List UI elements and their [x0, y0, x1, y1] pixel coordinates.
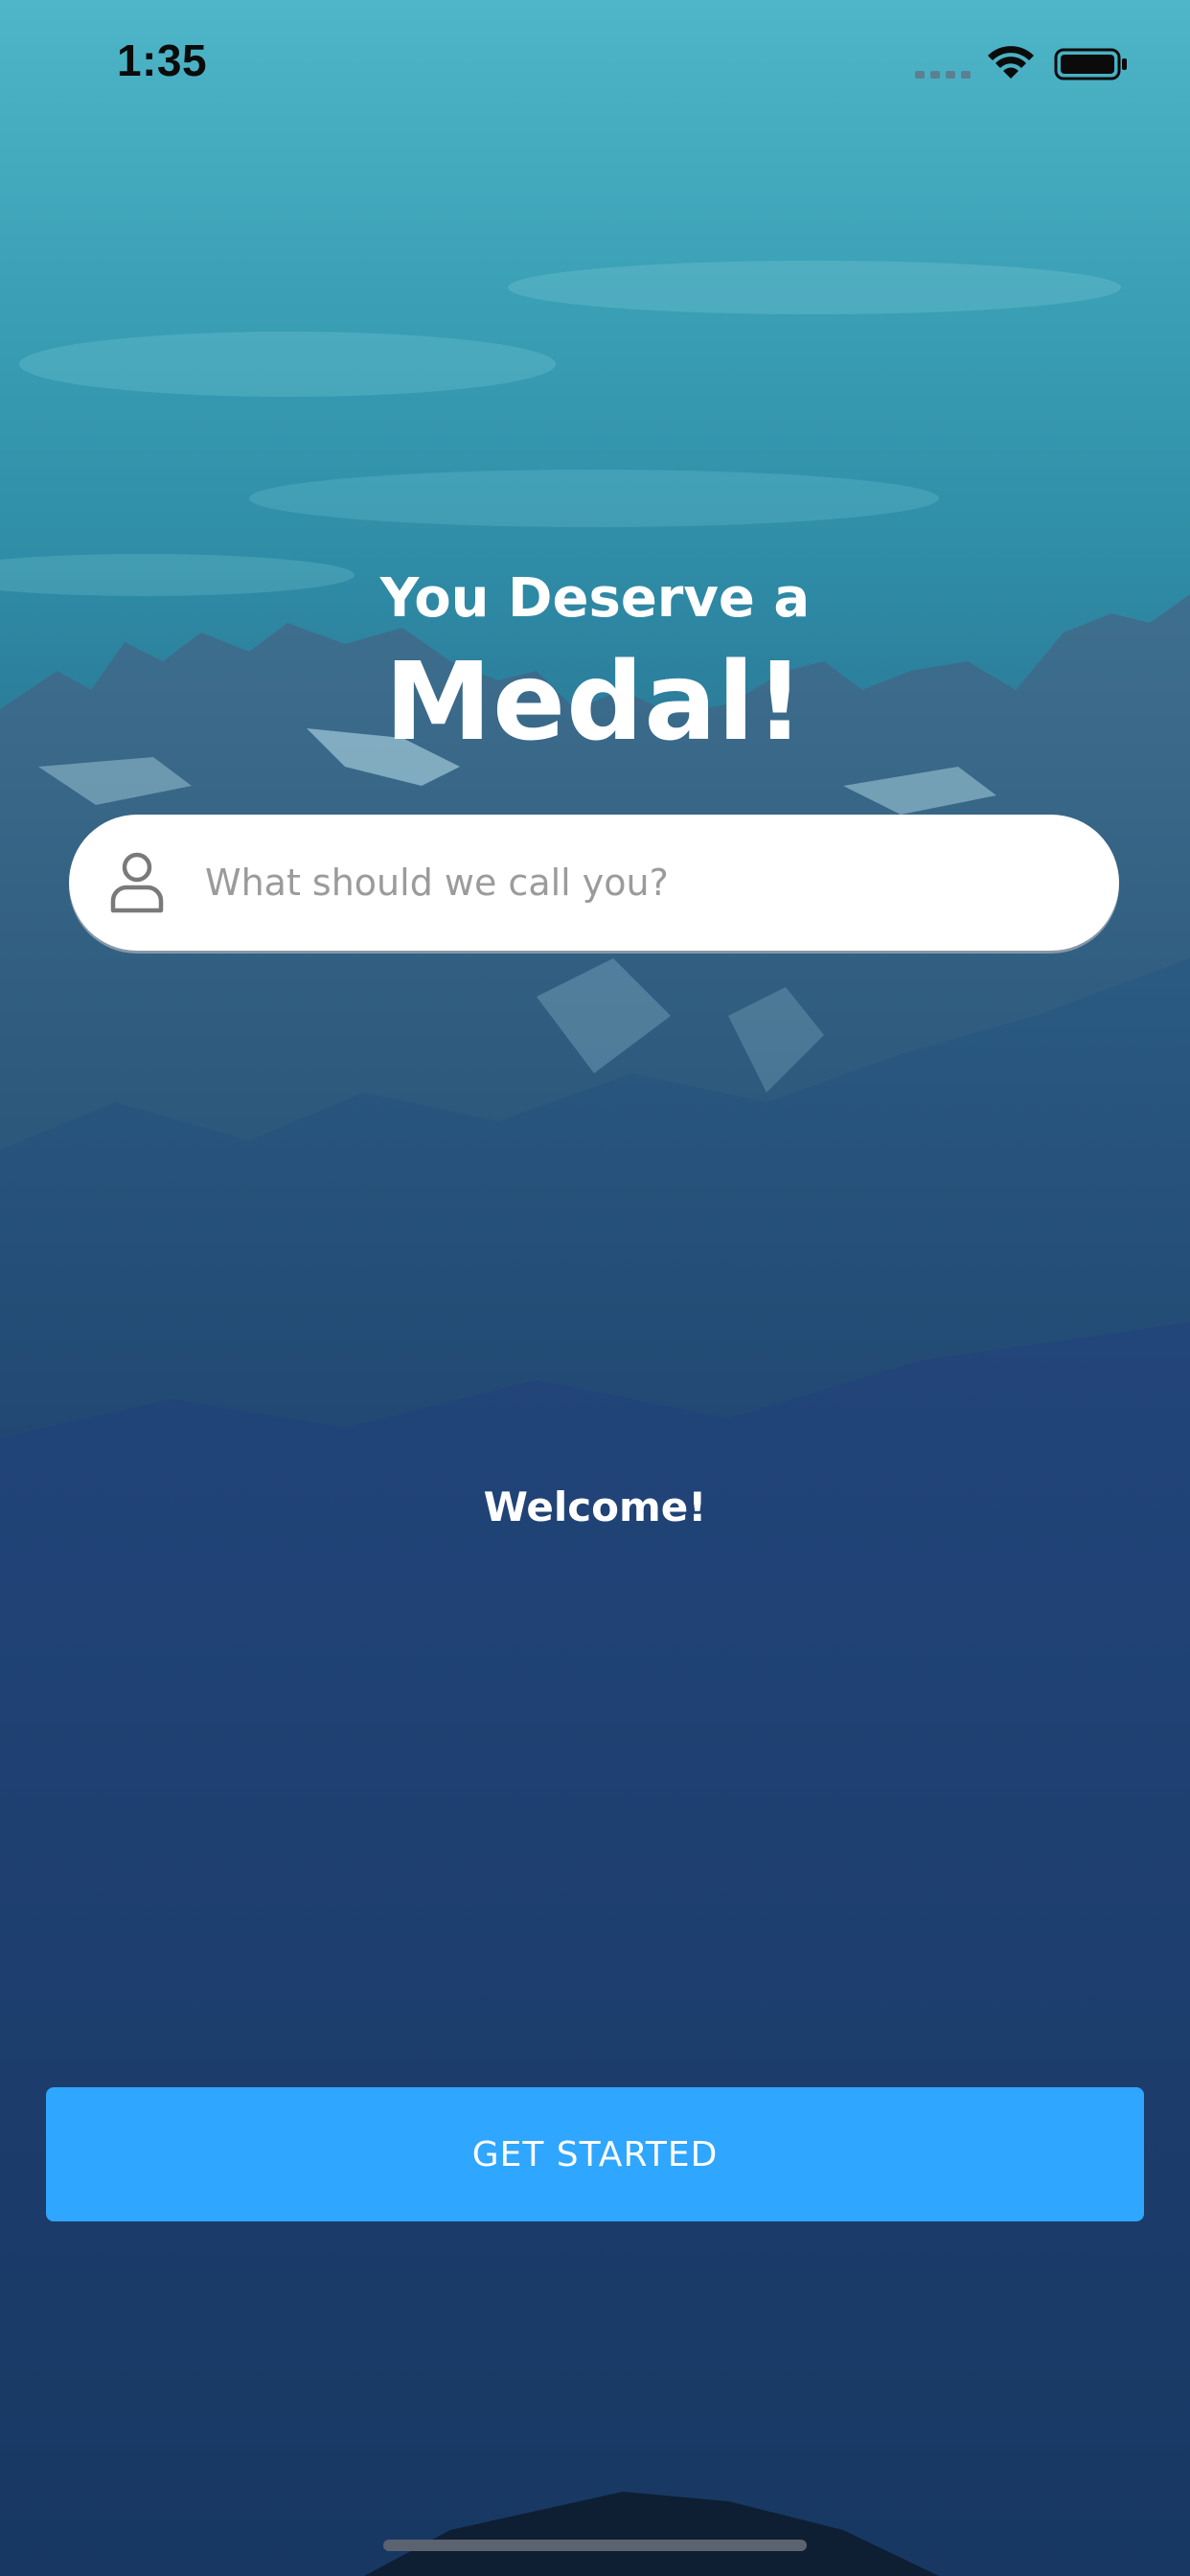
wifi-icon	[988, 46, 1034, 79]
cellular-signal-icon	[915, 71, 971, 79]
welcome-screen: 1:35 You Deserve a Medal! Welcome! GET	[0, 0, 1190, 2576]
battery-icon	[1054, 48, 1127, 80]
get-started-button[interactable]: GET STARTED	[46, 2087, 1144, 2221]
status-time: 1:35	[117, 35, 208, 85]
headline-title: Medal!	[384, 640, 806, 765]
name-field[interactable]	[69, 815, 1119, 951]
name-input[interactable]	[134, 815, 1016, 951]
headline-subtitle: You Deserve a	[379, 567, 811, 630]
home-indicator	[383, 2540, 807, 2551]
welcome-text: Welcome!	[483, 1484, 707, 1530]
status-bar: 1:35	[0, 0, 1190, 126]
